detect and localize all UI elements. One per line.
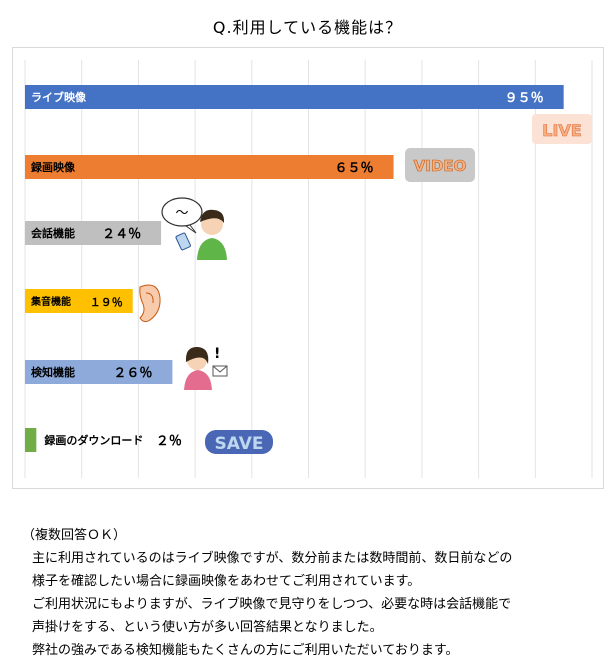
chart-bars: ライブ映像 ９５％ 録画映像 ６５％ 会話機能 ２４％ 集音機能 １９％ 検知機能 ２６％ 録画のダ… bbox=[25, 85, 564, 452]
value-label: １９％ bbox=[90, 296, 123, 309]
person-talking-icon: ～ bbox=[161, 197, 227, 260]
note-line: ご利用状況にもよりますが、ライブ映像で見守りをしつつ、必要な時は会話機能で bbox=[32, 597, 512, 612]
note-line: （複数回答ＯＫ） bbox=[22, 528, 127, 543]
save-badge: SAVE bbox=[205, 430, 273, 454]
note-line: 弊社の強みである検知機能もたくさんの方にご利用いただいております。 bbox=[32, 643, 459, 658]
bar-chart: ライブ映像 ９５％ 録画映像 ６５％ 会話機能 ２４％ 集音機能 １９％ 検知機能 ２６％ 録画のダ… bbox=[24, 60, 593, 478]
note-line: 声掛けをする、という使い方が多い回答結果となりました。 bbox=[32, 620, 383, 635]
exclaim-text: ! bbox=[214, 346, 220, 362]
bar bbox=[25, 428, 37, 452]
video-badge: VIDEO bbox=[405, 148, 475, 182]
value-label: ２６％ bbox=[113, 366, 152, 381]
category-label: 検知機能 bbox=[31, 365, 75, 379]
note-line: 主に利用されているのはライブ映像ですが、数分前または数時間前、数日前などの bbox=[32, 551, 513, 566]
note-line: 様子を確認したい場合に録画映像をあわせてご利用されています。 bbox=[32, 574, 421, 589]
category-label: 会話機能 bbox=[31, 226, 75, 240]
video-badge-text: VIDEO bbox=[414, 157, 467, 175]
person-alert-icon: ! bbox=[184, 346, 228, 390]
save-badge-text: SAVE bbox=[214, 434, 263, 454]
value-label: ６５％ bbox=[335, 161, 374, 176]
category-label: 録画映像 bbox=[31, 160, 76, 174]
bar bbox=[25, 85, 564, 109]
live-badge-text: LIVE bbox=[542, 121, 581, 140]
live-badge: LIVE bbox=[532, 114, 592, 144]
ear-icon bbox=[139, 284, 161, 323]
speech-text: ～ bbox=[175, 206, 188, 221]
value-label: ２％ bbox=[156, 434, 182, 449]
category-label: 録画のダウンロード bbox=[44, 433, 143, 447]
category-label: 集音機能 bbox=[30, 295, 71, 308]
value-label: ９５％ bbox=[505, 91, 544, 106]
value-label: ２４％ bbox=[102, 227, 141, 242]
chart-grid bbox=[24, 60, 593, 478]
explanation-note: （複数回答ＯＫ） 主に利用されているのはライブ映像ですが、数分前または数時間前、… bbox=[22, 524, 602, 662]
category-label: ライブ映像 bbox=[31, 90, 87, 104]
